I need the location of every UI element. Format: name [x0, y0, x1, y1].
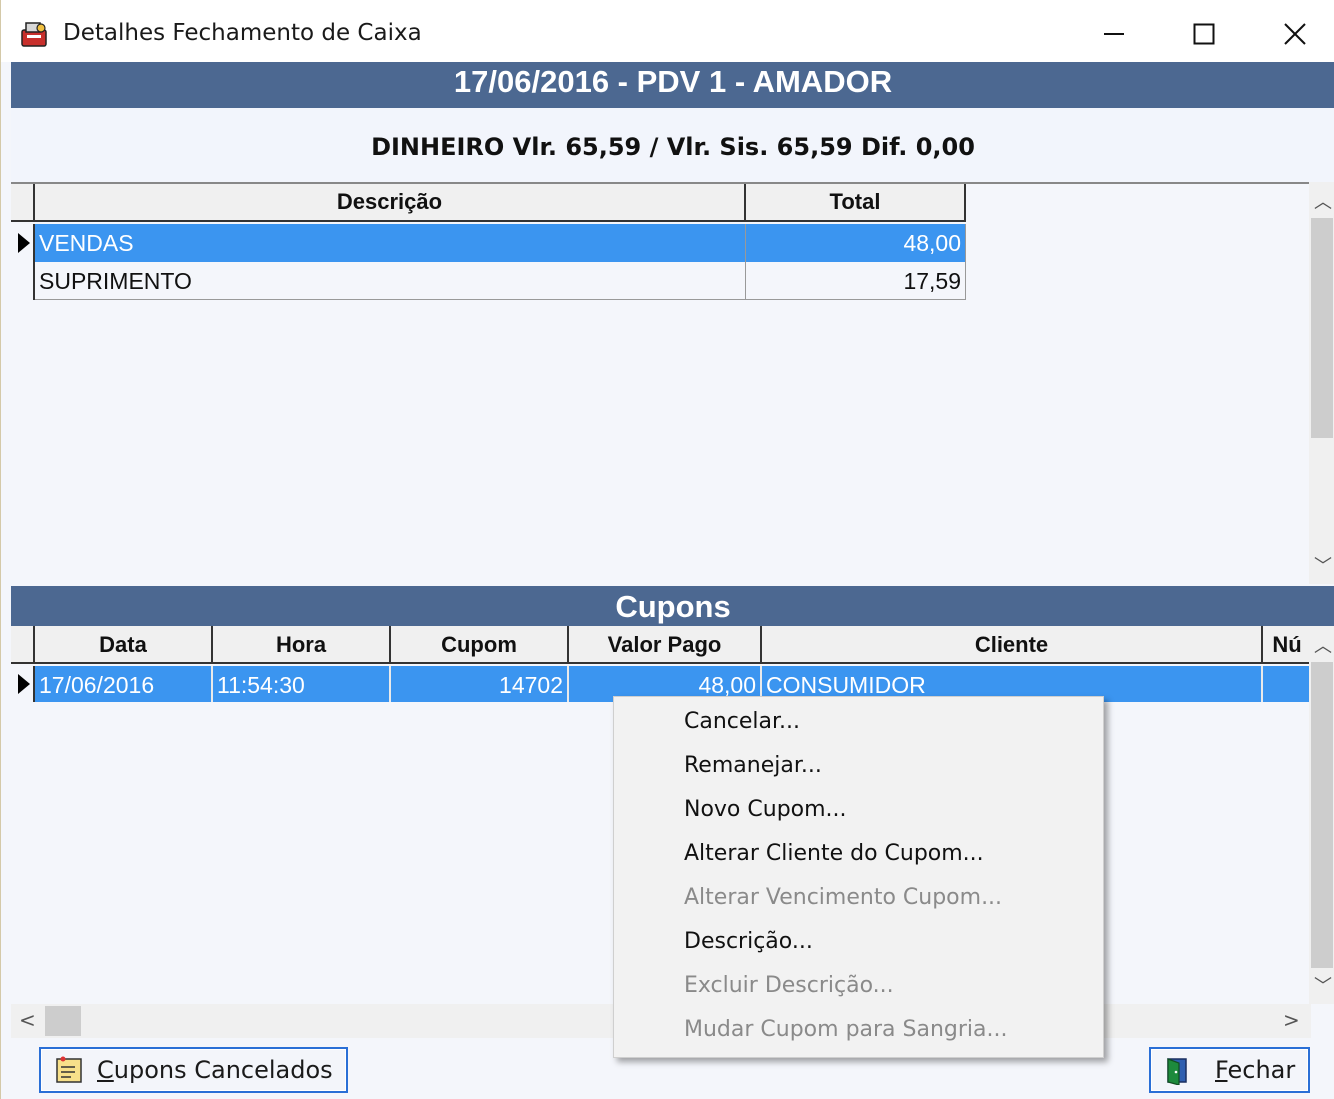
summary-grid-header: Descrição Total — [11, 184, 966, 222]
cell-numero[interactable] — [1263, 666, 1311, 702]
cell-total[interactable]: 17,59 — [746, 262, 966, 300]
row-indicator — [11, 262, 35, 300]
summary-vertical-scrollbar[interactable]: ︿ ﹀ — [1309, 182, 1334, 584]
column-header-numero[interactable]: Nú — [1263, 626, 1311, 662]
context-menu: Cancelar... Remanejar... Novo Cupom... A… — [613, 696, 1104, 1058]
row-indicator — [11, 224, 35, 262]
dialog-window: Detalhes Fechamento de Caixa 17/06/2016 … — [0, 0, 1334, 1099]
scroll-up-icon[interactable]: ︿ — [1314, 632, 1332, 658]
notepad-icon — [53, 1055, 85, 1085]
date-pdv-header: 17/06/2016 - PDV 1 - AMADOR — [11, 62, 1334, 108]
cash-summary: DINHEIRO Vlr. 65,59 / Vlr. Sis. 65,59 Di… — [11, 108, 1334, 182]
scrollbar-thumb[interactable] — [45, 1006, 81, 1036]
fechar-label: Fechar — [1215, 1056, 1296, 1084]
column-header-total[interactable]: Total — [746, 184, 966, 220]
column-header-data[interactable]: Data — [35, 626, 213, 662]
scroll-up-icon[interactable]: ︿ — [1314, 188, 1332, 214]
cell-total[interactable]: 48,00 — [746, 224, 966, 262]
column-header-cupom[interactable]: Cupom — [391, 626, 569, 662]
menu-item-excluir-descricao: Excluir Descrição... — [684, 973, 894, 998]
maximize-button[interactable] — [1174, 12, 1234, 56]
summary-grid[interactable]: Descrição Total VENDAS 48,00 SUPRIMENTO … — [11, 182, 1311, 584]
column-header-hora[interactable]: Hora — [213, 626, 391, 662]
scroll-down-icon[interactable]: ﹀ — [1314, 552, 1332, 578]
title-bar: Detalhes Fechamento de Caixa — [1, 0, 1334, 62]
menu-item-mudar-sangria: Mudar Cupom para Sangria... — [684, 1017, 1008, 1042]
scrollbar-thumb[interactable] — [1311, 662, 1333, 968]
cash-register-icon — [19, 20, 51, 50]
close-icon — [1284, 23, 1306, 45]
cell-hora[interactable]: 11:54:30 — [213, 666, 391, 702]
menu-item-novo-cupom[interactable]: Novo Cupom... — [684, 797, 847, 822]
cell-descricao[interactable]: SUPRIMENTO — [35, 262, 746, 300]
fechar-button[interactable]: Fechar — [1149, 1047, 1310, 1093]
exit-door-icon — [1163, 1055, 1193, 1086]
cell-descricao[interactable]: VENDAS — [35, 224, 746, 262]
minimize-button[interactable] — [1084, 12, 1144, 56]
cell-data[interactable]: 17/06/2016 — [35, 666, 213, 702]
cupons-grid-header: Data Hora Cupom Valor Pago Cliente Nú — [11, 626, 1311, 664]
menu-item-remanejar[interactable]: Remanejar... — [684, 753, 822, 778]
window-title: Detalhes Fechamento de Caixa — [63, 20, 422, 46]
row-indicator-header — [11, 626, 35, 662]
table-row[interactable]: VENDAS 48,00 — [11, 224, 966, 262]
scroll-left-icon[interactable]: < — [19, 1008, 36, 1032]
cupons-cancelados-label: Cupons Cancelados — [97, 1056, 333, 1084]
row-indicator — [11, 666, 35, 702]
row-indicator-header — [11, 184, 35, 220]
row-pointer-icon — [18, 674, 30, 694]
scroll-down-icon[interactable]: ﹀ — [1314, 972, 1332, 998]
scrollbar-thumb[interactable] — [1311, 218, 1333, 438]
menu-item-alterar-vencimento: Alterar Vencimento Cupom... — [684, 885, 1003, 910]
column-header-cliente[interactable]: Cliente — [762, 626, 1263, 662]
menu-item-alterar-cliente[interactable]: Alterar Cliente do Cupom... — [684, 841, 984, 866]
column-header-valor-pago[interactable]: Valor Pago — [569, 626, 762, 662]
menu-item-descricao[interactable]: Descrição... — [684, 929, 813, 954]
table-row[interactable]: SUPRIMENTO 17,59 — [11, 262, 966, 300]
column-header-descricao[interactable]: Descrição — [35, 184, 746, 220]
cell-cupom[interactable]: 14702 — [391, 666, 569, 702]
menu-item-cancelar[interactable]: Cancelar... — [684, 709, 800, 734]
maximize-icon — [1193, 23, 1215, 45]
cupons-vertical-scrollbar[interactable]: ︿ ﹀ — [1309, 626, 1334, 1004]
cupons-cancelados-button[interactable]: Cupons Cancelados — [39, 1047, 348, 1093]
close-button[interactable] — [1265, 12, 1325, 56]
scroll-right-icon[interactable]: > — [1283, 1008, 1300, 1032]
cupons-header: Cupons — [11, 586, 1334, 626]
row-pointer-icon — [18, 233, 30, 253]
minimize-icon — [1104, 33, 1124, 35]
